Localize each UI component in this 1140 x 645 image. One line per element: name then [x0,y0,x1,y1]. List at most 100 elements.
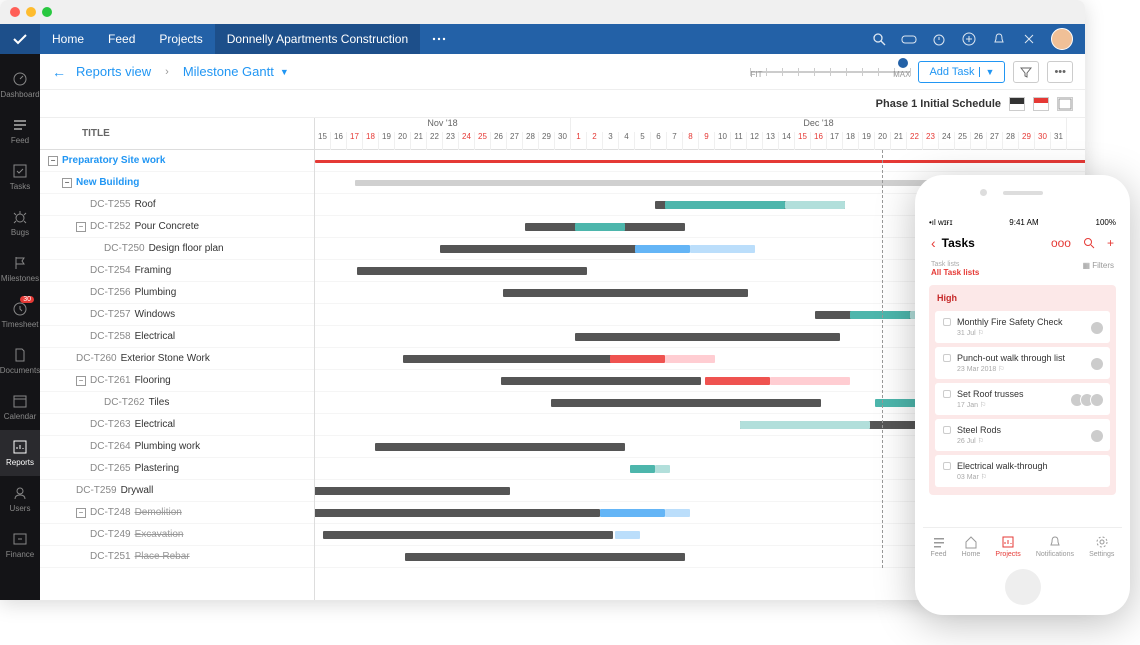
gantt-bar[interactable] [357,267,587,275]
task-row[interactable]: −DC-T248Demolition [40,502,314,524]
phone-nav-notifications[interactable]: Notifications [1036,535,1074,558]
phone-back-icon[interactable]: ‹ [931,235,936,251]
gantt-bar[interactable] [503,289,748,297]
task-row[interactable]: DC-T263Electrical [40,414,314,436]
back-icon[interactable]: ← [52,64,66,80]
sidebar-item-calendar[interactable]: Calendar [0,384,40,430]
sidebar-item-milestones[interactable]: Milestones [0,246,40,292]
gantt-bar[interactable] [850,311,910,319]
task-row[interactable]: DC-T258Electrical [40,326,314,348]
gantt-row[interactable] [315,150,1085,172]
task-row[interactable]: DC-T254Framing [40,260,314,282]
gantt-bar[interactable] [375,443,625,451]
gantt-bar[interactable] [665,201,785,209]
gantt-bar[interactable] [323,531,613,539]
phone-task-item[interactable]: Punch-out walk through list23 Mar 2018 ⚐ [935,347,1110,379]
nav-projects[interactable]: Projects [147,24,214,54]
task-row[interactable]: −New Building [40,172,314,194]
sidebar-item-users[interactable]: Users [0,476,40,522]
maximize-window-icon[interactable] [42,7,52,17]
sidebar-item-timesheet[interactable]: Timesheet30 [0,292,40,338]
more-options-icon[interactable]: ••• [1047,61,1073,83]
phone-task-item[interactable]: Electrical walk-through03 Mar ⚐ [935,455,1110,487]
gantt-bar[interactable] [690,245,755,253]
gantt-bar[interactable] [665,355,715,363]
add-icon[interactable] [961,31,977,47]
gamepad-icon[interactable] [901,31,917,47]
sidebar-item-tasks[interactable]: Tasks [0,154,40,200]
gantt-bar[interactable] [405,553,685,561]
gantt-bar[interactable] [615,531,640,539]
phone-task-item[interactable]: Monthly Fire Safety Check31 Jul ⚐ [935,311,1110,343]
sidebar-item-bugs[interactable]: Bugs [0,200,40,246]
task-row[interactable]: DC-T264Plumbing work [40,436,314,458]
close-window-icon[interactable] [10,7,20,17]
sidebar-item-dashboard[interactable]: Dashboard [0,62,40,108]
export-icon[interactable] [1057,97,1073,111]
task-row[interactable]: −DC-T252Pour Concrete [40,216,314,238]
phone-more-icon[interactable]: ooo [1051,236,1071,250]
collapse-toggle-icon[interactable]: − [62,178,72,188]
gantt-bar[interactable] [630,465,655,473]
gantt-bar[interactable] [665,509,690,517]
phone-nav-feed[interactable]: Feed [931,535,947,558]
baseline-icon-1[interactable] [1009,97,1025,111]
gantt-bar[interactable] [315,487,510,495]
phone-list-selector[interactable]: All Task lists [931,268,979,277]
baseline-icon-2[interactable] [1033,97,1049,111]
app-logo-icon[interactable] [0,24,40,54]
search-icon[interactable] [871,31,887,47]
task-row[interactable]: DC-T262Tiles [40,392,314,414]
bell-icon[interactable] [991,31,1007,47]
phone-add-icon[interactable]: + [1107,236,1114,250]
user-avatar[interactable] [1051,28,1073,50]
gantt-bar[interactable] [655,465,670,473]
task-row[interactable]: DC-T259Drywall [40,480,314,502]
task-row[interactable]: DC-T260Exterior Stone Work [40,348,314,370]
task-row[interactable]: DC-T257Windows [40,304,314,326]
phone-nav-settings[interactable]: Settings [1089,535,1114,558]
zoom-slider[interactable]: FIT MAX [750,62,910,82]
gantt-bar[interactable] [635,245,690,253]
collapse-toggle-icon[interactable]: − [76,376,86,386]
task-row[interactable]: DC-T251Place Rebar [40,546,314,568]
gantt-bar[interactable] [551,399,821,407]
phone-nav-home[interactable]: Home [962,535,981,558]
timer-icon[interactable] [931,31,947,47]
phone-task-item[interactable]: Steel Rods26 Jul ⚐ [935,419,1110,451]
gantt-bar[interactable] [740,421,870,429]
gantt-bar[interactable] [501,377,701,385]
sidebar-item-feed[interactable]: Feed [0,108,40,154]
task-row[interactable]: DC-T250Design floor plan [40,238,314,260]
minimize-window-icon[interactable] [26,7,36,17]
gantt-bar[interactable] [600,509,665,517]
nav-home[interactable]: Home [40,24,96,54]
task-row[interactable]: DC-T255Roof [40,194,314,216]
collapse-toggle-icon[interactable]: − [76,508,86,518]
nav-current-project[interactable]: Donnelly Apartments Construction [215,24,420,54]
gantt-bar[interactable] [440,245,660,253]
collapse-toggle-icon[interactable]: − [76,222,86,232]
task-row[interactable]: −Preparatory Site work [40,150,314,172]
gantt-bar[interactable] [315,160,1085,163]
phone-task-item[interactable]: Set Roof trusses17 Jan ⚐ [935,383,1110,415]
sidebar-item-finance[interactable]: Finance [0,522,40,568]
phone-search-icon[interactable] [1083,237,1095,249]
task-row[interactable]: DC-T249Excavation [40,524,314,546]
gantt-bar[interactable] [785,201,845,209]
task-row[interactable]: −DC-T261Flooring [40,370,314,392]
sidebar-item-documents[interactable]: Documents [0,338,40,384]
filter-icon[interactable] [1013,61,1039,83]
gantt-bar[interactable] [705,377,770,385]
phone-filters-button[interactable]: ▦ Filters [1082,261,1114,277]
sidebar-item-reports[interactable]: Reports [0,430,40,476]
task-row[interactable]: DC-T265Plastering [40,458,314,480]
breadcrumb[interactable]: Reports view [76,64,151,79]
gantt-bar[interactable] [575,333,840,341]
nav-feed[interactable]: Feed [96,24,147,54]
gantt-bar[interactable] [575,223,625,231]
tools-icon[interactable] [1021,31,1037,47]
collapse-toggle-icon[interactable]: − [48,156,58,166]
gantt-bar[interactable] [315,509,600,517]
phone-nav-projects[interactable]: Projects [995,535,1020,558]
